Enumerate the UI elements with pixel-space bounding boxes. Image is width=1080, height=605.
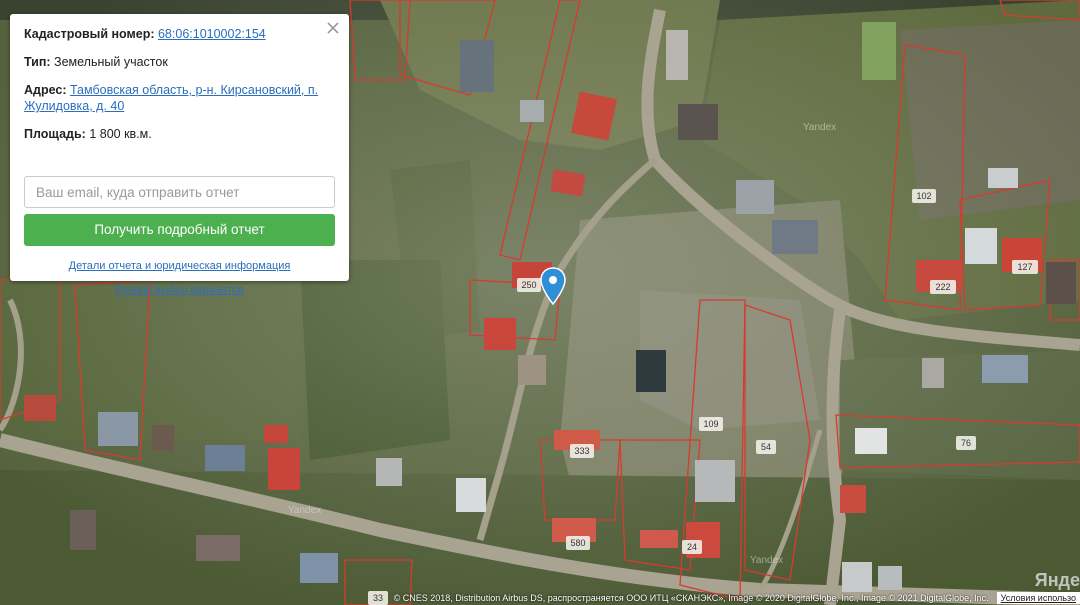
parcel-label: 102 xyxy=(916,191,931,201)
parcel-label: 54 xyxy=(761,442,771,452)
manual-selection-link[interactable]: Ручной выбор вариантов xyxy=(24,284,335,296)
map-attribution: © CNES 2018, Distribution Airbus DS, рас… xyxy=(394,591,1080,605)
parcel-label: 109 xyxy=(703,419,718,429)
area-label: Площадь: xyxy=(24,127,86,141)
parcel-info-popup: Кадастровый номер: 68:06:1010002:154 Тип… xyxy=(10,14,349,296)
area-row: Площадь: 1 800 кв.м. xyxy=(24,126,335,142)
map-watermark: Yandex xyxy=(803,122,837,133)
road xyxy=(824,309,847,605)
close-icon[interactable] xyxy=(325,20,341,36)
address-row: Адрес: Тамбовская область, р-н. Кирсанов… xyxy=(24,82,335,114)
parcel-label: 333 xyxy=(574,446,589,456)
parcel-label: 33 xyxy=(373,593,383,603)
cadastral-row: Кадастровый номер: 68:06:1010002:154 xyxy=(24,26,335,42)
yandex-logo: Янде xyxy=(1034,570,1080,590)
attribution-text: © CNES 2018, Distribution Airbus DS, рас… xyxy=(393,593,989,603)
parcel-label: 127 xyxy=(1017,262,1032,272)
get-report-button[interactable]: Получить подробный отчет xyxy=(24,214,335,246)
parcel-label: 250 xyxy=(521,280,536,290)
address-label: Адрес: xyxy=(24,83,67,97)
parcel-label: 222 xyxy=(935,282,950,292)
address-link[interactable]: Тамбовская область, р-н. Кирсановский, п… xyxy=(24,83,318,113)
email-field[interactable] xyxy=(24,176,335,208)
map-watermark: Yandex xyxy=(288,505,322,516)
parcel-label: 24 xyxy=(687,542,697,552)
map-watermark: Yandex xyxy=(750,555,784,566)
type-label: Тип: xyxy=(24,55,51,69)
cadastral-label: Кадастровый номер: xyxy=(24,27,155,41)
parcel-label: 76 xyxy=(961,438,971,448)
report-details-link[interactable]: Детали отчета и юридическая информация xyxy=(24,260,335,272)
type-value: Земельный участок xyxy=(54,55,168,69)
parcel-label: 580 xyxy=(570,538,585,548)
cadastral-number-link[interactable]: 68:06:1010002:154 xyxy=(158,27,266,41)
type-row: Тип: Земельный участок xyxy=(24,54,335,70)
area-value: 1 800 кв.м. xyxy=(89,127,152,141)
terms-of-use-link[interactable]: Условия использо xyxy=(996,592,1080,604)
